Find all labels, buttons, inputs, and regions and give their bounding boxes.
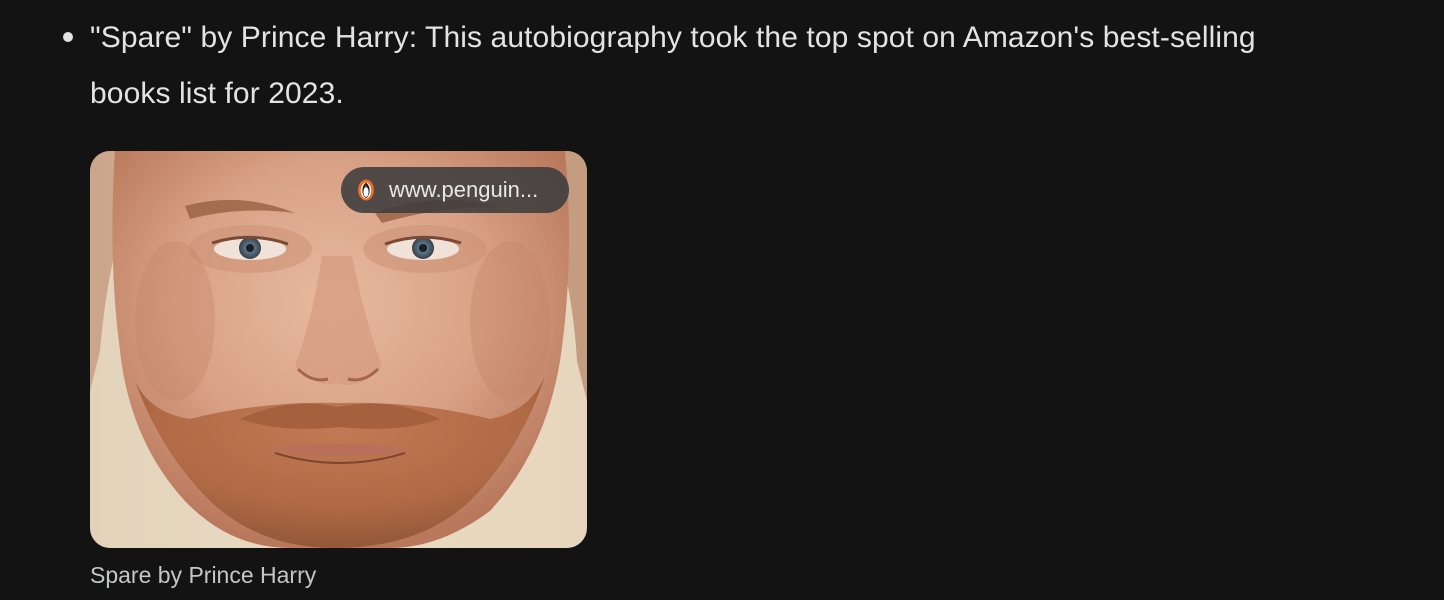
bullet-list-item: "Spare" by Prince Harry: This autobiogra… [63, 10, 1280, 122]
penguin-logo-icon [358, 179, 374, 201]
source-domain-label: www.penguin... [389, 177, 539, 202]
bullet-text: "Spare" by Prince Harry: This autobiogra… [90, 21, 1256, 110]
bullet-dot-icon [63, 32, 73, 42]
source-link-chip[interactable]: www.penguin... [341, 167, 569, 213]
image-caption: Spare by Prince Harry [90, 562, 317, 588]
book-image-card[interactable]: www.penguin... [90, 151, 587, 548]
